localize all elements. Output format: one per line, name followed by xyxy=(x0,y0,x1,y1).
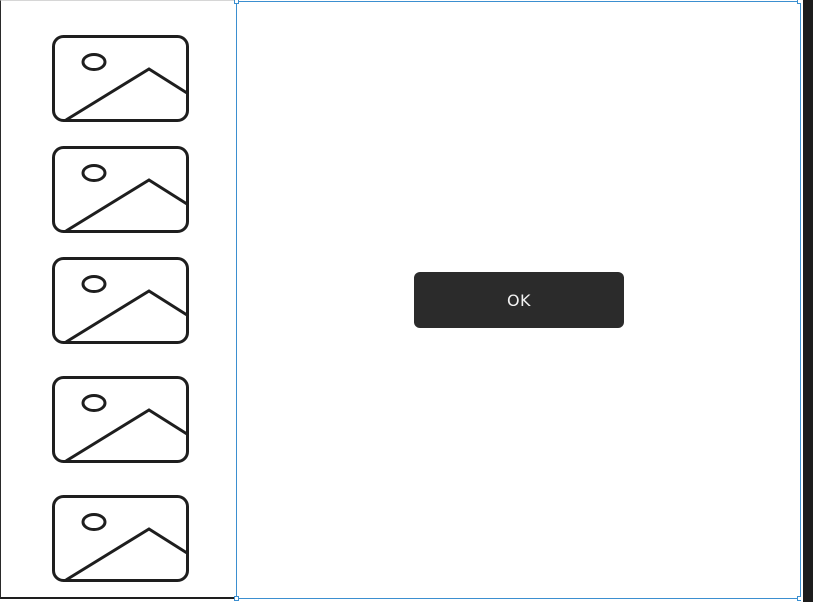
resize-handle-bottom-left[interactable] xyxy=(234,596,239,601)
window-edge xyxy=(801,0,813,602)
thumbnail-3[interactable] xyxy=(52,257,189,344)
thumbnail-4[interactable] xyxy=(52,376,189,463)
image-placeholder-icon xyxy=(52,146,189,233)
resize-handle-top-left[interactable] xyxy=(234,0,239,4)
app-window: OK xyxy=(0,0,813,602)
thumbnail-5[interactable] xyxy=(52,495,189,582)
image-placeholder-icon xyxy=(52,495,189,582)
ok-button[interactable]: OK xyxy=(414,272,624,328)
image-placeholder-icon xyxy=(52,257,189,344)
thumbnail-sidebar xyxy=(0,0,234,599)
image-placeholder-icon xyxy=(52,376,189,463)
thumbnail-1[interactable] xyxy=(52,35,189,122)
image-placeholder-icon xyxy=(52,35,189,122)
thumbnail-2[interactable] xyxy=(52,146,189,233)
